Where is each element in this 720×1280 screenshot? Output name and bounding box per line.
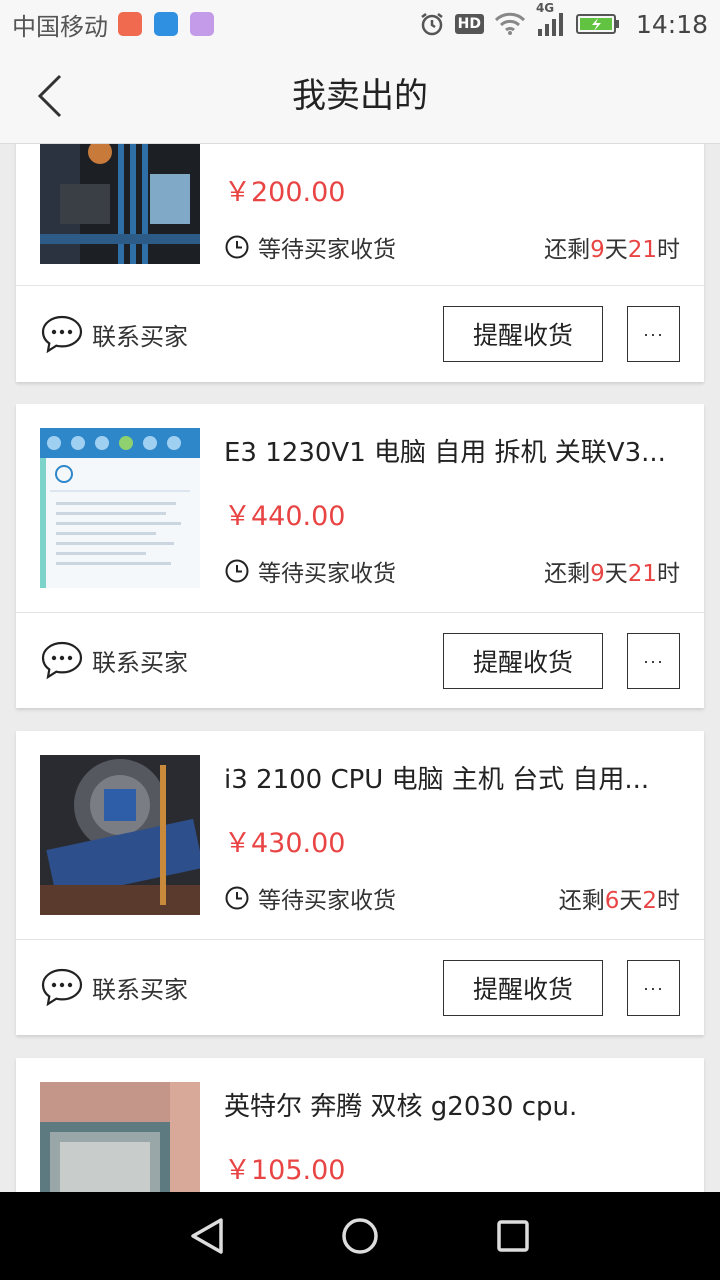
chat-bubble-icon bbox=[41, 968, 83, 1007]
chat-bubble-icon bbox=[41, 315, 83, 354]
order-status-text: 等待买家收货 bbox=[258, 888, 396, 914]
day-unit: 天 bbox=[604, 561, 628, 587]
contact-buyer-label: 联系买家 bbox=[92, 648, 188, 677]
hour-unit: 时 bbox=[657, 888, 680, 914]
order-status: 等待买家收货 bbox=[224, 881, 396, 915]
carrier-name: 中国移动 bbox=[12, 12, 108, 41]
product-thumbnail[interactable] bbox=[40, 428, 200, 588]
more-options-button[interactable]: ··· bbox=[627, 960, 680, 1016]
hd-badge: HD bbox=[454, 14, 484, 34]
remaining-hours: 21 bbox=[627, 561, 657, 587]
order-status: 等待买家收货 bbox=[224, 554, 396, 588]
remaining-time: 还剩9天21时 bbox=[544, 554, 680, 588]
battery-charging-icon bbox=[575, 12, 620, 36]
divider bbox=[16, 612, 704, 613]
item-price: ￥440.00 bbox=[224, 501, 346, 532]
alarm-icon bbox=[419, 11, 445, 37]
status-bar: 中国移动 HD 4G 14:18 bbox=[0, 0, 720, 48]
order-status: 等待买家收货 bbox=[224, 230, 396, 264]
system-navigation-bar bbox=[0, 1192, 720, 1280]
clock-icon bbox=[225, 235, 249, 259]
contact-buyer-button[interactable]: 联系买家 bbox=[40, 314, 188, 354]
clock: 14:18 bbox=[635, 9, 708, 39]
remaining-prefix: 还剩 bbox=[544, 561, 591, 587]
item-price: ￥105.00 bbox=[224, 1155, 346, 1186]
contact-buyer-button[interactable]: 联系买家 bbox=[40, 640, 188, 680]
clock-icon bbox=[225, 886, 249, 910]
remaining-time: 还剩6天2时 bbox=[559, 881, 680, 915]
signal-icon: 4G bbox=[536, 1, 566, 37]
shield-app-icon bbox=[154, 12, 178, 36]
order-card: ￥200.00 等待买家收货 还剩9天21时 联系买家 提醒收货 ··· bbox=[16, 144, 704, 382]
clock-icon bbox=[225, 559, 249, 583]
remaining-prefix: 还剩 bbox=[544, 237, 591, 263]
day-unit: 天 bbox=[619, 888, 643, 914]
triangle-back-icon bbox=[190, 1218, 223, 1254]
product-thumbnail[interactable] bbox=[40, 1082, 200, 1192]
day-unit: 天 bbox=[604, 237, 628, 263]
contact-buyer-button[interactable]: 联系买家 bbox=[40, 967, 188, 1007]
remind-receipt-button[interactable]: 提醒收货 bbox=[443, 306, 603, 362]
contact-buyer-label: 联系买家 bbox=[92, 975, 188, 1004]
item-title[interactable]: E3 1230V1 电脑 自用 拆机 关联V3... bbox=[224, 432, 674, 469]
gallery-app-icon bbox=[190, 12, 214, 36]
page-title: 我卖出的 bbox=[292, 76, 428, 116]
square-recents-icon bbox=[497, 1220, 530, 1252]
network-type: 4G bbox=[535, 1, 555, 15]
remaining-hours: 2 bbox=[642, 888, 657, 914]
order-card: E3 1230V1 电脑 自用 拆机 关联V3... ￥440.00 等待买家收… bbox=[16, 404, 704, 708]
remind-receipt-button[interactable]: 提醒收货 bbox=[443, 960, 603, 1016]
item-title[interactable]: i3 2100 CPU 电脑 主机 台式 自用... bbox=[224, 759, 674, 796]
nav-home-button[interactable] bbox=[330, 1206, 390, 1266]
product-thumbnail[interactable] bbox=[40, 144, 200, 264]
divider bbox=[16, 285, 704, 286]
remaining-time: 还剩9天21时 bbox=[544, 230, 680, 264]
wifi-icon bbox=[494, 12, 526, 36]
remaining-days: 9 bbox=[590, 561, 605, 587]
product-thumbnail[interactable] bbox=[40, 755, 200, 915]
nav-recents-button[interactable] bbox=[483, 1206, 543, 1266]
remaining-days: 6 bbox=[604, 888, 620, 914]
nav-back-button[interactable] bbox=[177, 1206, 237, 1266]
contact-buyer-label: 联系买家 bbox=[92, 322, 188, 351]
item-price: ￥430.00 bbox=[224, 828, 346, 859]
app-header: 我卖出的 bbox=[0, 48, 720, 144]
order-card: 英特尔 奔腾 双核 g2030 cpu. ￥105.00 bbox=[16, 1058, 704, 1192]
more-options-button[interactable]: ··· bbox=[627, 306, 680, 362]
order-card: i3 2100 CPU 电脑 主机 台式 自用... ￥430.00 等待买家收… bbox=[16, 731, 704, 1035]
remaining-prefix: 还剩 bbox=[558, 888, 605, 914]
circle-home-icon bbox=[342, 1218, 378, 1254]
remaining-hours: 21 bbox=[627, 237, 657, 263]
more-options-button[interactable]: ··· bbox=[627, 633, 680, 689]
order-status-text: 等待买家收货 bbox=[258, 561, 396, 587]
remind-receipt-button[interactable]: 提醒收货 bbox=[443, 633, 603, 689]
remaining-days: 9 bbox=[590, 237, 605, 263]
hour-unit: 时 bbox=[657, 561, 680, 587]
order-status-text: 等待买家收货 bbox=[258, 237, 396, 263]
item-title[interactable]: 英特尔 奔腾 双核 g2030 cpu. bbox=[224, 1086, 674, 1123]
hour-unit: 时 bbox=[657, 237, 680, 263]
divider bbox=[16, 939, 704, 940]
app-orange-icon bbox=[118, 12, 142, 36]
chat-bubble-icon bbox=[41, 641, 83, 680]
item-price: ￥200.00 bbox=[224, 177, 346, 208]
order-list[interactable]: ￥200.00 等待买家收货 还剩9天21时 联系买家 提醒收货 ··· E3 … bbox=[0, 144, 720, 1192]
